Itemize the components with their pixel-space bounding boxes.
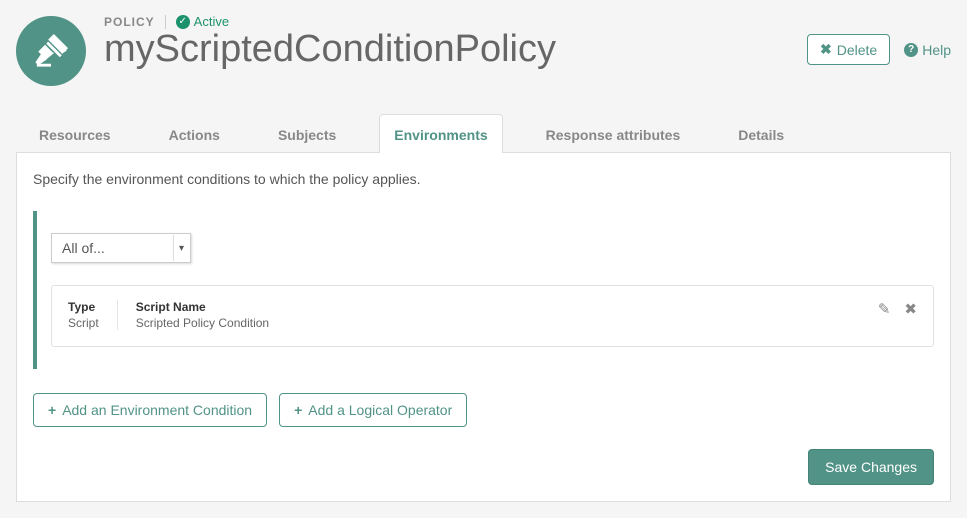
panel-description: Specify the environment conditions to wh…: [33, 171, 934, 187]
help-icon: ?: [904, 43, 918, 57]
add-environment-condition-button[interactable]: + Add an Environment Condition: [33, 393, 267, 427]
tab-response-attributes[interactable]: Response attributes: [531, 114, 696, 153]
plus-icon: +: [294, 402, 302, 418]
operator-value: All of...: [62, 240, 105, 256]
type-value: Script: [68, 316, 99, 330]
edit-icon[interactable]: [878, 300, 891, 318]
type-header: Type: [68, 300, 99, 314]
divider: [165, 15, 166, 29]
add-logical-operator-button[interactable]: + Add a Logical Operator: [279, 393, 467, 427]
tab-details[interactable]: Details: [723, 114, 799, 153]
script-name-value: Scripted Policy Condition: [136, 316, 269, 330]
save-changes-button[interactable]: Save Changes: [808, 449, 934, 485]
close-icon: ✖: [820, 41, 832, 58]
environments-panel: Specify the environment conditions to wh…: [16, 153, 951, 502]
status-badge: ✓ Active: [176, 14, 229, 29]
help-label: Help: [922, 42, 951, 58]
script-name-header: Script Name: [136, 300, 269, 314]
remove-icon[interactable]: [904, 300, 917, 318]
plus-icon: +: [48, 402, 56, 418]
chevron-down-icon: ▾: [173, 235, 189, 261]
condition-block: All of... ▾ Type Script Script Name Scri…: [33, 211, 934, 369]
add-logical-label: Add a Logical Operator: [308, 402, 452, 418]
tab-subjects[interactable]: Subjects: [263, 114, 351, 153]
gavel-icon: [34, 34, 68, 68]
delete-button[interactable]: ✖ Delete: [807, 34, 890, 65]
status-label: Active: [194, 14, 229, 29]
operator-select[interactable]: All of... ▾: [51, 233, 191, 263]
script-condition-card: Type Script Script Name Scripted Policy …: [51, 285, 934, 347]
tab-bar: Resources Actions Subjects Environments …: [16, 114, 951, 153]
policy-type-label: POLICY: [104, 15, 155, 29]
page-title: myScriptedConditionPolicy: [104, 29, 556, 71]
policy-icon: [16, 16, 86, 86]
delete-label: Delete: [837, 42, 877, 58]
tab-environments[interactable]: Environments: [379, 114, 502, 153]
add-env-label: Add an Environment Condition: [62, 402, 252, 418]
help-link[interactable]: ? Help: [904, 42, 951, 58]
column-divider: [117, 300, 118, 330]
check-icon: ✓: [176, 15, 190, 29]
tab-actions[interactable]: Actions: [154, 114, 235, 153]
tab-resources[interactable]: Resources: [24, 114, 126, 153]
